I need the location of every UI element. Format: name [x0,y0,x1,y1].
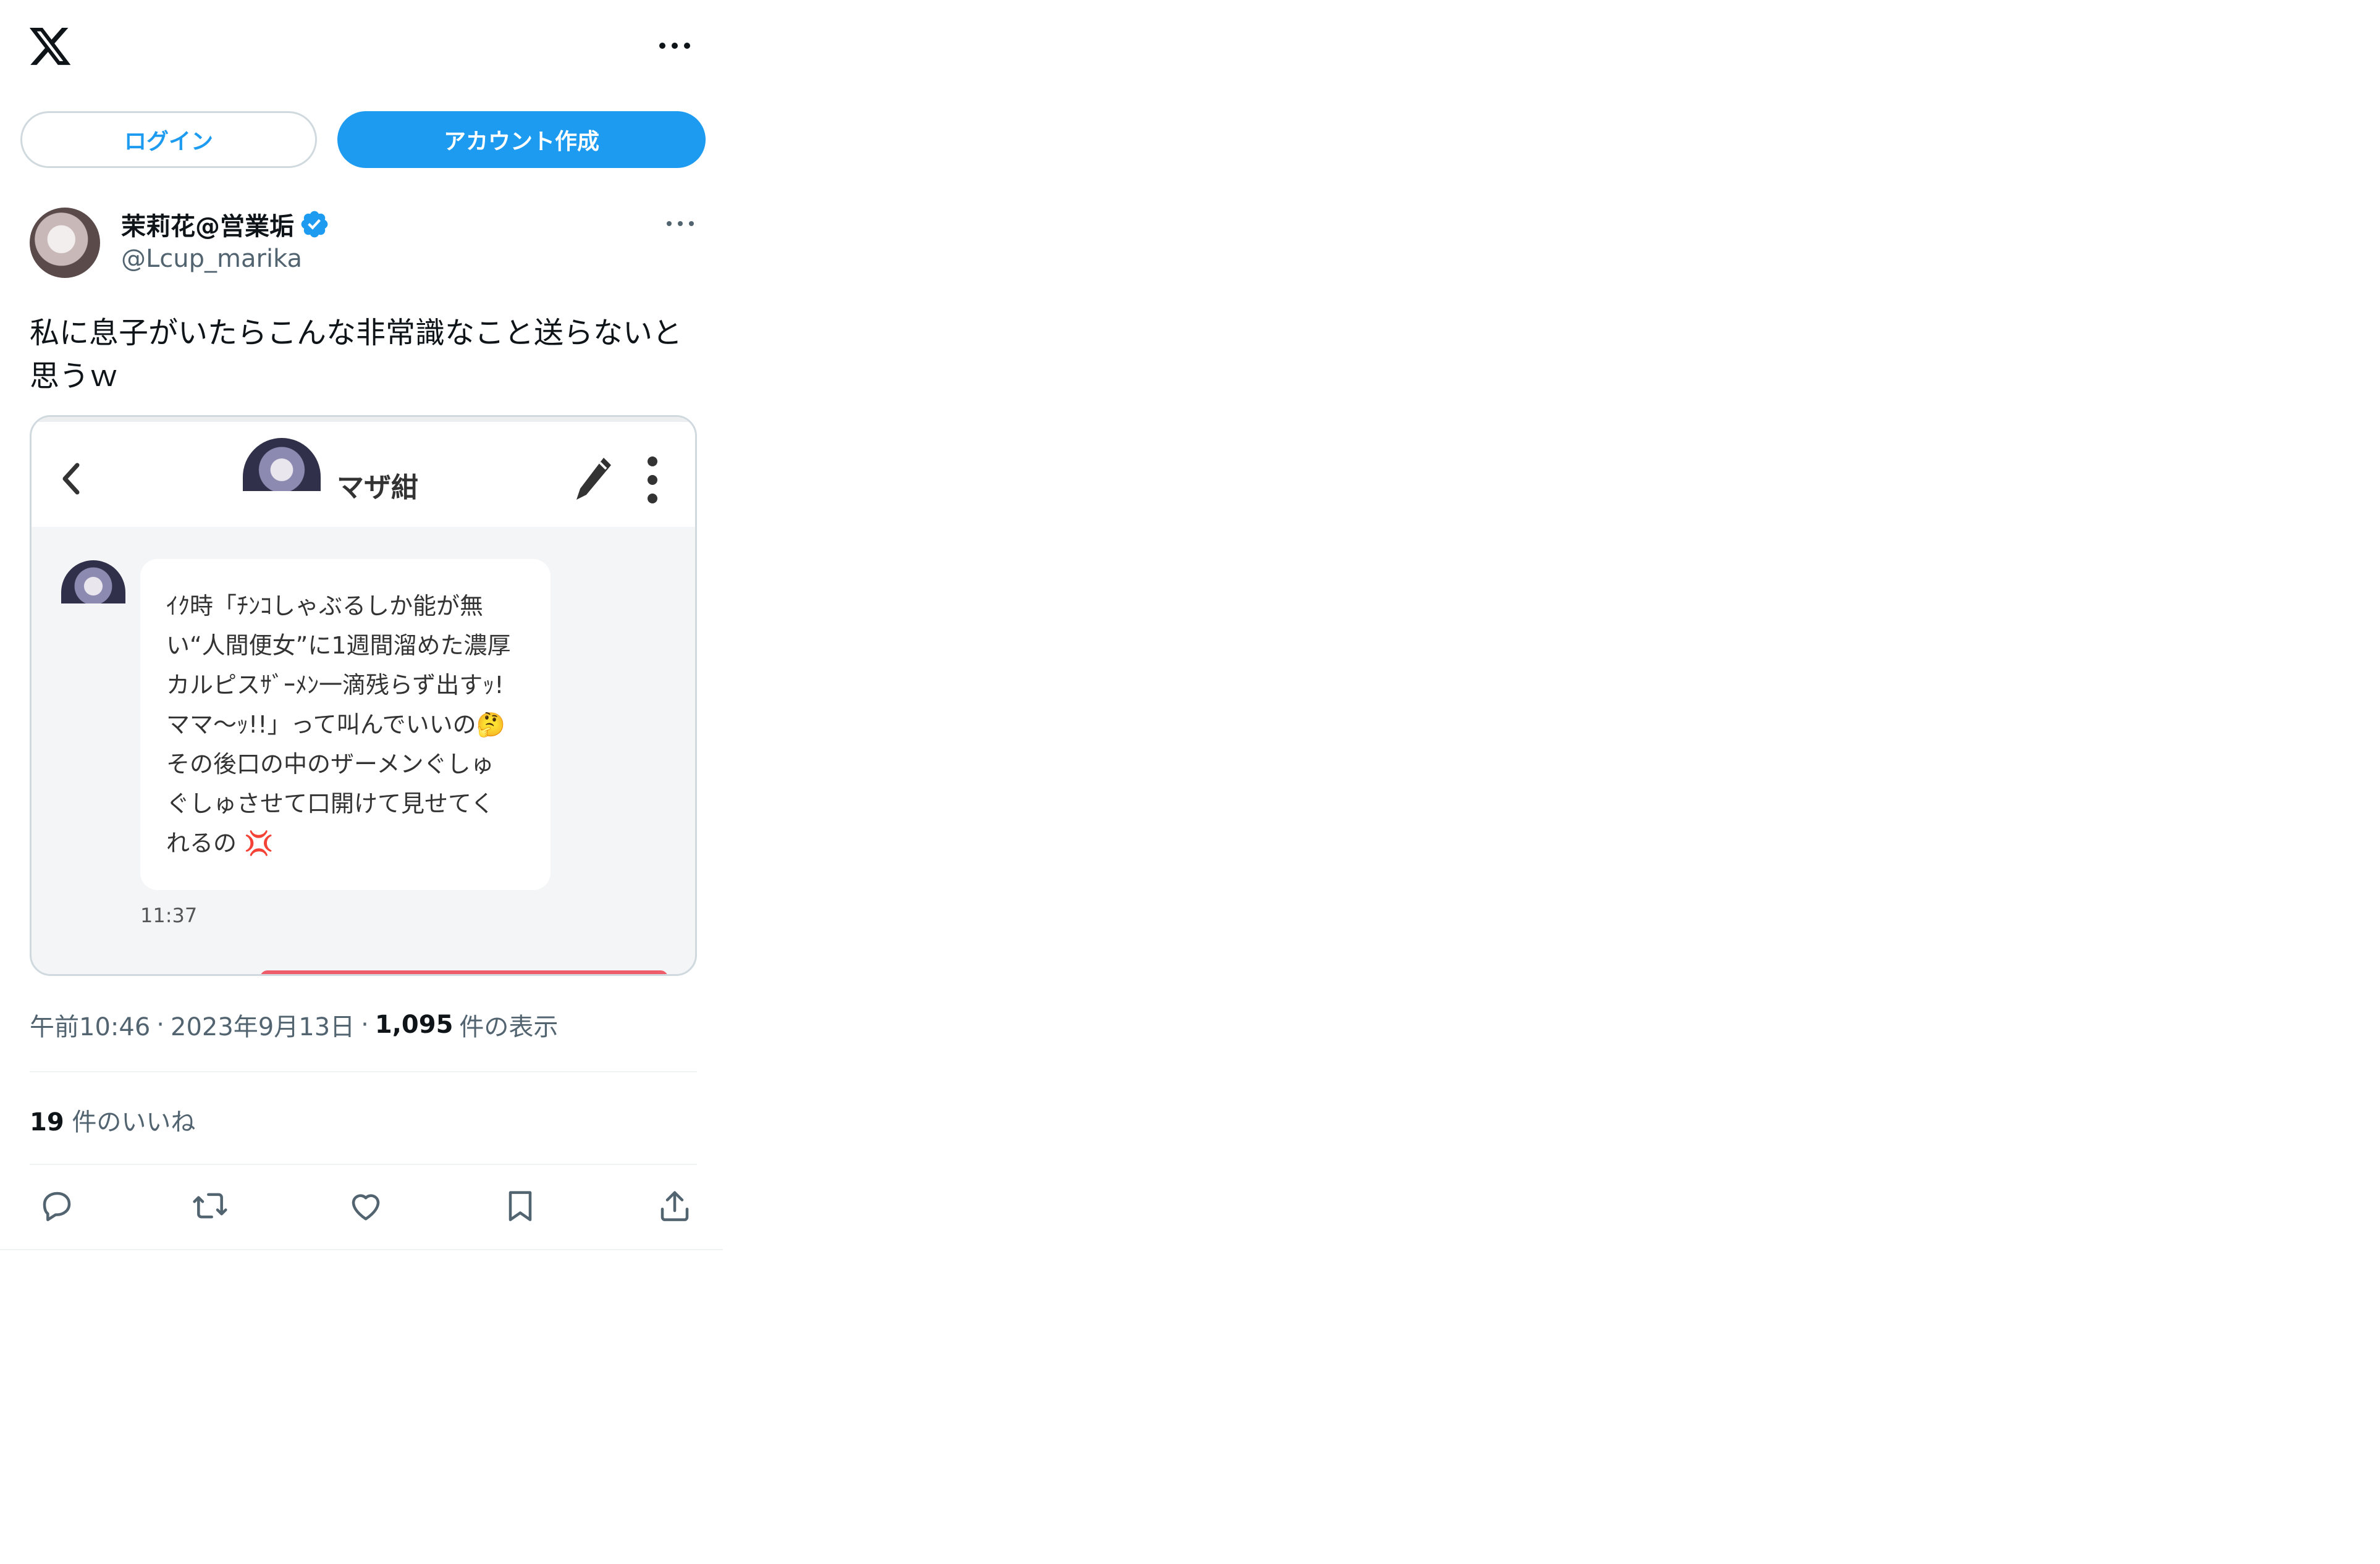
chat-message-bubble: ｲｸ時「ﾁﾝｺしゃぶるしか能が無 い“人間便女”に1週間溜めた濃厚 カルピスｻﾞ… [140,559,551,890]
views-label: 件の表示 [459,1013,559,1041]
likes-link[interactable]: 19 件のいいね [30,1102,195,1138]
tweet-time[interactable]: 午前10:46 [30,1007,150,1043]
message-line: カルピスｻﾞｰﾒﾝ一滴残らず出すｯ! [166,671,504,699]
likes-label: 件のいいね [72,1108,196,1137]
message-avatar [61,560,125,603]
bookmark-icon[interactable] [500,1186,540,1226]
chevron-left-icon [56,460,87,497]
author-name-row[interactable]: 茉莉花@営業垢 [121,206,330,242]
views-count: 1,095 [374,1011,454,1039]
chat-avatar [243,438,321,491]
meta-separator: · [361,1011,369,1039]
message-line: ママ〜ｯ!!」って叫んでいいの🤔 [166,711,505,738]
share-icon[interactable] [655,1186,694,1226]
tweet-text-line: 思うｗ [30,359,119,393]
x-logo-icon[interactable] [27,23,73,69]
more-horizontal-icon[interactable] [657,33,692,58]
tweet-more-icon[interactable] [665,212,696,235]
message-line: その後口の中のザーメンぐしゅ [166,750,494,778]
like-icon[interactable] [346,1186,386,1226]
author-handle[interactable]: @Lcup_marika [121,245,302,273]
author-avatar[interactable] [30,208,100,278]
retweet-icon[interactable] [190,1186,230,1226]
pencil-icon [573,454,614,503]
pink-bar [260,970,668,974]
divider [30,1164,697,1165]
message-line: ｲｸ時「ﾁﾝｺしゃぶるしか能が無 [166,592,484,620]
message-line: ぐしゅさせて口開けて見せてく [166,790,494,817]
signup-button[interactable]: アカウント作成 [337,111,706,168]
author-display-name[interactable]: 茉莉花@営業垢 [121,206,294,242]
chat-header: マザ紺 [32,417,695,527]
tweet-date[interactable]: 2023年9月13日 [171,1007,355,1043]
tweet-panel: ログイン アカウント作成 茉莉花@営業垢 @Lcup_marika 私に息子がい… [0,0,723,1250]
reply-icon[interactable] [37,1186,77,1226]
tweet-meta: 午前10:46 · 2023年9月13日 · 1,095 件の表示 [30,1007,558,1043]
verified-badge-icon [299,209,330,240]
tweet-media-image[interactable]: マザ紺 ｲｸ時「ﾁﾝｺしゃぶるしか能が無 い“人間便女”に1週間溜めた濃厚 カル… [30,415,697,976]
divider [30,1071,697,1072]
meta-separator: · [156,1011,164,1039]
more-vertical-icon [643,454,662,506]
chat-title: マザ紺 [337,472,418,503]
message-time: 11:37 [140,904,198,927]
tweet-text: 私に息子がいたらこんな非常識なこと送らないと 思うｗ [30,311,697,398]
tweet-text-line: 私に息子がいたらこんな非常識なこと送らないと [30,316,683,350]
message-line: れるの 💢 [166,830,274,857]
message-line: い“人間便女”に1週間溜めた濃厚 [166,632,511,659]
login-button[interactable]: ログイン [20,111,317,168]
likes-count: 19 [30,1108,64,1137]
